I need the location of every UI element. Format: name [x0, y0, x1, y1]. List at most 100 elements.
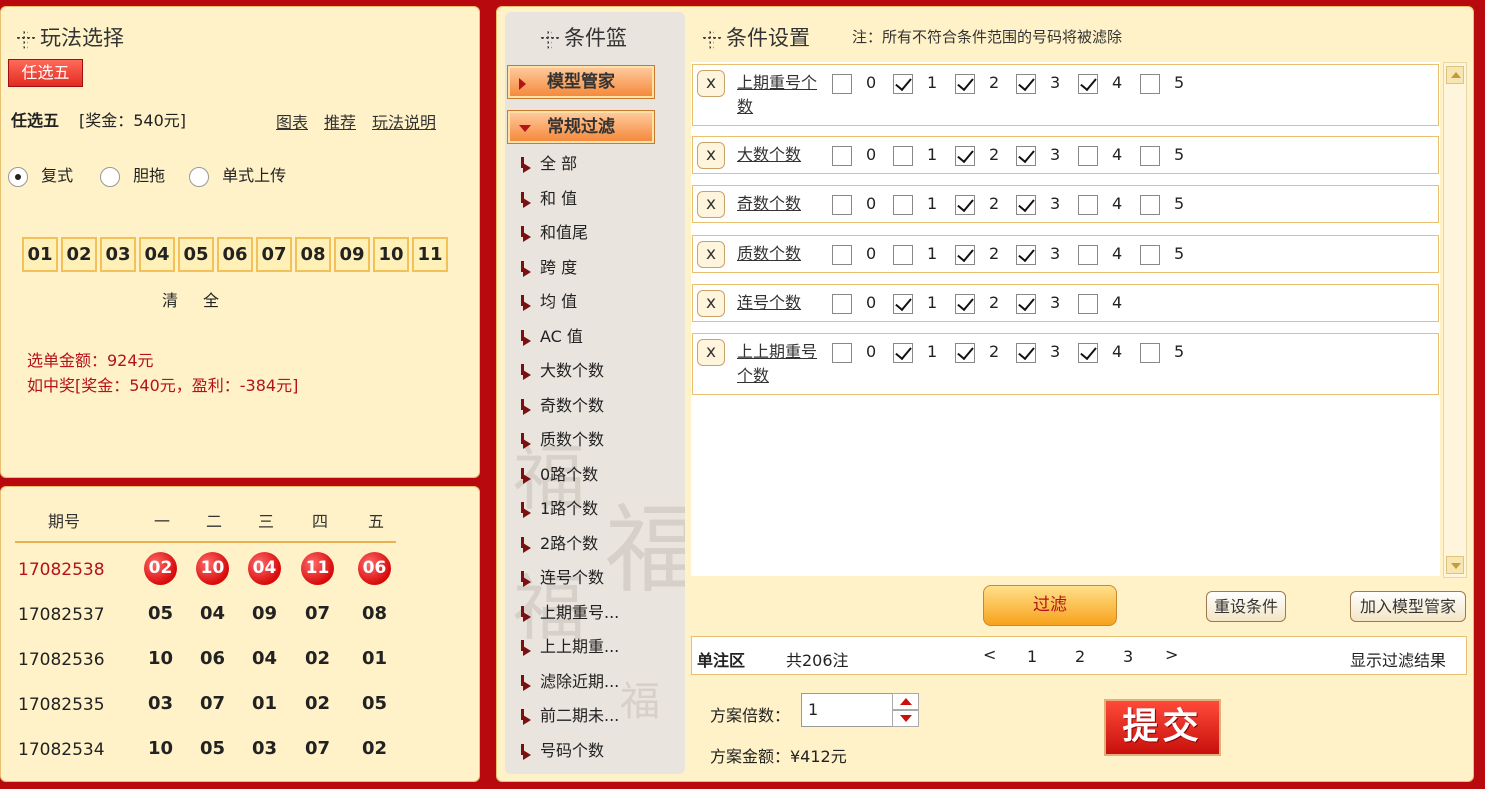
basket-item-sum-tail[interactable]: 和值尾 [518, 219, 588, 243]
basket-item-route1[interactable]: 1路个数 [518, 495, 598, 519]
mode-single-upload[interactable]: 单式上传 [189, 162, 286, 187]
checkbox-0[interactable] [832, 294, 852, 314]
checkbox-4[interactable] [1078, 74, 1098, 94]
mode-dantuo[interactable]: 胆拖 [100, 162, 165, 187]
checkbox-4[interactable] [1078, 195, 1098, 215]
decrement-icon[interactable] [892, 710, 919, 727]
checkbox-2[interactable] [955, 146, 975, 166]
number-08[interactable]: 08 [295, 237, 331, 272]
basket-item-prev2-repeat[interactable]: 上上期重... [518, 633, 619, 657]
chart-link[interactable]: 图表 [276, 109, 308, 133]
checkbox-2[interactable] [955, 195, 975, 215]
basket-item-number-count[interactable]: 号码个数 [518, 737, 604, 761]
number-02[interactable]: 02 [61, 237, 97, 272]
basket-item-route0[interactable]: 0路个数 [518, 461, 598, 485]
number-09[interactable]: 09 [334, 237, 370, 272]
play-tab-renxuan5[interactable]: 任选五 [8, 59, 83, 87]
clear-button[interactable]: 清 [162, 287, 178, 311]
condition-label[interactable]: 上上期重号个数 [737, 340, 817, 388]
checkbox-4[interactable] [1078, 294, 1098, 314]
checkbox-0[interactable] [832, 195, 852, 215]
number-03[interactable]: 03 [100, 237, 136, 272]
checkbox-3[interactable] [1016, 343, 1036, 363]
checkbox-1[interactable] [893, 74, 913, 94]
checkbox-5[interactable] [1140, 74, 1160, 94]
basket-item-odd-count[interactable]: 奇数个数 [518, 392, 604, 416]
increment-icon[interactable] [892, 693, 919, 710]
basket-item-span[interactable]: 跨 度 [518, 254, 577, 278]
checkbox-3[interactable] [1016, 294, 1036, 314]
checkbox-3[interactable] [1016, 74, 1036, 94]
condition-scrollbar[interactable] [1443, 62, 1467, 578]
condition-label[interactable]: 大数个数 [737, 143, 817, 167]
checkbox-2[interactable] [955, 343, 975, 363]
mode-compound[interactable]: 复式 [8, 162, 73, 187]
checkbox-3[interactable] [1016, 146, 1036, 166]
basket-item-route2[interactable]: 2路个数 [518, 530, 598, 554]
checkbox-4[interactable] [1078, 343, 1098, 363]
checkbox-0[interactable] [832, 146, 852, 166]
condition-label[interactable]: 奇数个数 [737, 192, 817, 216]
basket-item-all[interactable]: 全 部 [518, 150, 577, 174]
rules-link[interactable]: 玩法说明 [372, 109, 436, 133]
show-filter-results-link[interactable]: 显示过滤结果 [1350, 647, 1446, 671]
submit-button[interactable]: 提交 [1104, 699, 1221, 756]
reset-conditions-button[interactable]: 重设条件 [1206, 591, 1286, 622]
add-to-model-manager-button[interactable]: 加入模型管家 [1350, 591, 1466, 622]
page-2[interactable]: 2 [1075, 647, 1085, 666]
checkbox-3[interactable] [1016, 195, 1036, 215]
number-04[interactable]: 04 [139, 237, 175, 272]
checkbox-5[interactable] [1140, 195, 1160, 215]
model-manager-button[interactable]: 模型管家 [508, 66, 654, 98]
checkbox-3[interactable] [1016, 245, 1036, 265]
condition-label[interactable]: 连号个数 [737, 291, 817, 315]
checkbox-1[interactable] [893, 294, 913, 314]
checkbox-5[interactable] [1140, 245, 1160, 265]
checkbox-2[interactable] [955, 74, 975, 94]
number-07[interactable]: 07 [256, 237, 292, 272]
number-01[interactable]: 01 [22, 237, 58, 272]
radio-icon[interactable] [8, 166, 28, 187]
remove-condition-button[interactable]: x [697, 290, 725, 317]
checkbox-5[interactable] [1140, 146, 1160, 166]
multiplier-input[interactable]: 1 [801, 693, 893, 727]
radio-icon[interactable] [189, 166, 209, 187]
basket-item-consecutive[interactable]: 连号个数 [518, 564, 604, 588]
remove-condition-button[interactable]: x [697, 70, 725, 97]
checkbox-4[interactable] [1078, 245, 1098, 265]
basket-item-mean[interactable]: 均 值 [518, 288, 577, 312]
checkbox-1[interactable] [893, 343, 913, 363]
scroll-up-icon[interactable] [1446, 66, 1464, 84]
remove-condition-button[interactable]: x [697, 241, 725, 268]
number-05[interactable]: 05 [178, 237, 214, 272]
page-3[interactable]: 3 [1123, 647, 1133, 666]
checkbox-5[interactable] [1140, 343, 1160, 363]
select-all-button[interactable]: 全 [203, 287, 219, 311]
number-10[interactable]: 10 [373, 237, 409, 272]
remove-condition-button[interactable]: x [697, 339, 725, 366]
filter-button[interactable]: 过滤 [983, 585, 1117, 626]
number-06[interactable]: 06 [217, 237, 253, 272]
checkbox-0[interactable] [832, 245, 852, 265]
next-page-button[interactable]: > [1165, 645, 1178, 664]
basket-item-prev2-missing[interactable]: 前二期未... [518, 702, 619, 726]
condition-label[interactable]: 上期重号个数 [737, 71, 817, 119]
condition-label[interactable]: 质数个数 [737, 242, 817, 266]
checkbox-0[interactable] [832, 343, 852, 363]
basket-item-exclude-recent[interactable]: 滤除近期... [518, 668, 619, 692]
remove-condition-button[interactable]: x [697, 191, 725, 218]
basket-item-sum[interactable]: 和 值 [518, 185, 577, 209]
recommend-link[interactable]: 推荐 [324, 109, 356, 133]
checkbox-1[interactable] [893, 245, 913, 265]
checkbox-1[interactable] [893, 195, 913, 215]
remove-condition-button[interactable]: x [697, 142, 725, 169]
checkbox-2[interactable] [955, 294, 975, 314]
basket-item-ac[interactable]: AC 值 [518, 323, 583, 347]
page-1[interactable]: 1 [1027, 647, 1037, 666]
checkbox-4[interactable] [1078, 146, 1098, 166]
regular-filter-button[interactable]: 常规过滤 [508, 111, 654, 143]
scroll-down-icon[interactable] [1446, 556, 1464, 574]
checkbox-0[interactable] [832, 74, 852, 94]
prev-page-button[interactable]: < [983, 645, 996, 664]
checkbox-2[interactable] [955, 245, 975, 265]
